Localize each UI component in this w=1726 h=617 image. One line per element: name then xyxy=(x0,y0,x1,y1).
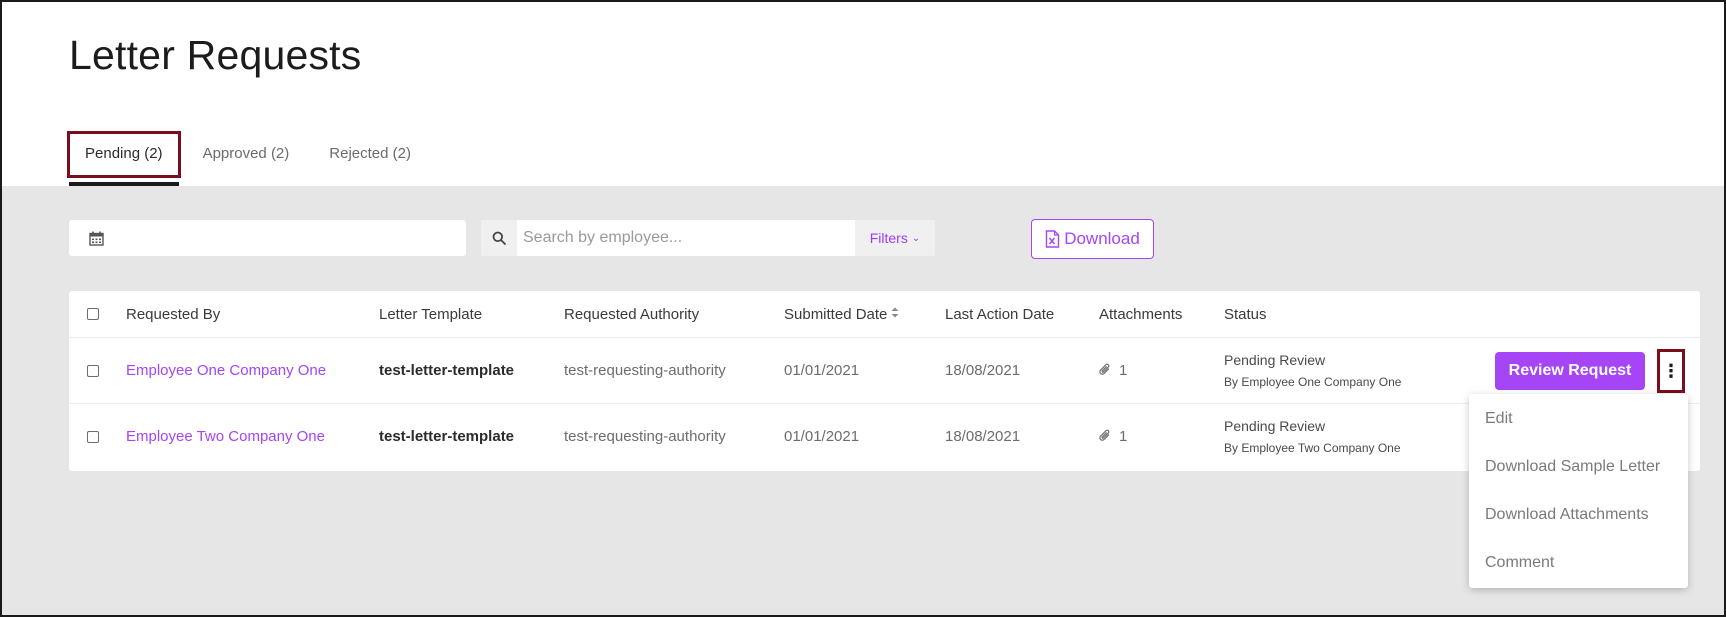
table-row: Employee Two Company One test-letter-tem… xyxy=(69,404,1700,470)
table-header-row: Requested By Letter Template Requested A… xyxy=(69,291,1700,338)
last-action-date-value: 18/08/2021 xyxy=(945,428,1021,445)
attachments-count: 1 xyxy=(1119,428,1128,445)
letter-template-value: test-letter-template xyxy=(379,428,515,445)
requested-authority-value: test-requesting-authority xyxy=(564,362,726,379)
app-frame: Letter Requests Pending (2) Approved (2)… xyxy=(0,0,1726,617)
tab-approved[interactable]: Approved (2) xyxy=(187,132,306,176)
download-button[interactable]: Download xyxy=(1031,219,1154,259)
page-title: Letter Requests xyxy=(69,32,362,78)
submitted-date-value: 01/01/2021 xyxy=(784,362,860,379)
tab-pending[interactable]: Pending (2) xyxy=(67,131,181,186)
header-last-action-date: Last Action Date xyxy=(945,306,1055,323)
main-content: Filters ⌄ Download Requested By Letter T… xyxy=(2,186,1724,615)
requested-authority-value: test-requesting-authority xyxy=(564,428,726,445)
header-submitted-date[interactable]: Submitted Date xyxy=(784,306,899,323)
submitted-date-value: 01/01/2021 xyxy=(784,428,860,445)
tab-label: Approved (2) xyxy=(202,145,290,162)
download-label: Download xyxy=(1064,229,1140,248)
header-label: Submitted Date xyxy=(784,306,888,323)
status-tabs: Pending (2) Approved (2) Rejected (2) xyxy=(67,131,427,188)
paperclip-icon xyxy=(1099,429,1110,441)
attachments-value[interactable]: 1 xyxy=(1099,428,1127,445)
attachments-count: 1 xyxy=(1119,362,1128,379)
row-actions-menu: Edit Download Sample Letter Download Att… xyxy=(1469,394,1688,588)
header-requested-by: Requested By xyxy=(126,306,221,323)
header-attachments: Attachments xyxy=(1099,306,1183,323)
chevron-down-icon: ⌄ xyxy=(911,232,921,244)
status-value: Pending Review xyxy=(1224,352,1326,368)
menu-item-edit[interactable]: Edit xyxy=(1469,404,1688,434)
table-row: Employee One Company One test-letter-tem… xyxy=(69,338,1700,404)
row-checkbox[interactable] xyxy=(87,431,99,443)
menu-item-download-attachments[interactable]: Download Attachments xyxy=(1469,500,1688,530)
menu-item-comment[interactable]: Comment xyxy=(1469,548,1688,578)
excel-file-icon xyxy=(1045,230,1060,248)
header-letter-template: Letter Template xyxy=(379,306,483,323)
header-requested-authority: Requested Authority xyxy=(564,306,700,323)
paperclip-icon xyxy=(1099,363,1110,375)
filters-button[interactable]: Filters ⌄ xyxy=(855,220,935,256)
status-by: By Employee One Company One xyxy=(1224,375,1402,389)
search-icon xyxy=(481,220,517,256)
attachments-value[interactable]: 1 xyxy=(1099,362,1127,379)
row-checkbox[interactable] xyxy=(87,365,99,377)
calendar-icon xyxy=(89,231,104,246)
filters-label: Filters xyxy=(869,230,908,246)
status-by: By Employee Two Company One xyxy=(1224,441,1401,455)
page-header: Letter Requests Pending (2) Approved (2)… xyxy=(2,2,1724,186)
header-status: Status xyxy=(1224,306,1267,323)
tab-highlight-box xyxy=(67,131,181,178)
employee-link[interactable]: Employee One Company One xyxy=(126,362,326,379)
search-input[interactable] xyxy=(517,220,817,256)
status-value: Pending Review xyxy=(1224,418,1326,434)
date-range-field[interactable] xyxy=(69,220,466,256)
more-actions-button[interactable]: ⋮ xyxy=(1657,349,1685,393)
select-all-checkbox[interactable] xyxy=(87,308,99,320)
kebab-icon: ⋮ xyxy=(1662,361,1680,381)
review-request-button[interactable]: Review Request xyxy=(1495,352,1645,390)
requests-table: Requested By Letter Template Requested A… xyxy=(69,291,1700,471)
last-action-date-value: 18/08/2021 xyxy=(945,362,1021,379)
employee-link[interactable]: Employee Two Company One xyxy=(126,428,325,445)
employee-search: Filters ⌄ xyxy=(481,220,935,256)
menu-item-download-sample-letter[interactable]: Download Sample Letter xyxy=(1469,452,1688,482)
letter-template-value: test-letter-template xyxy=(379,362,515,379)
tab-label: Rejected (2) xyxy=(329,145,411,162)
tab-rejected[interactable]: Rejected (2) xyxy=(313,132,427,176)
sort-icon[interactable] xyxy=(891,307,899,321)
